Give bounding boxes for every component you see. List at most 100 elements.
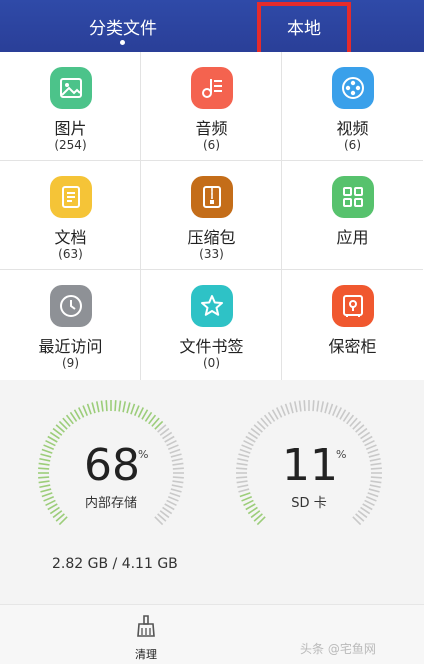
gauge-tick	[39, 457, 51, 462]
gauge-tick	[271, 409, 279, 420]
gauge-tick	[172, 467, 184, 470]
gauge-tick	[364, 439, 375, 447]
gauge-tick	[133, 405, 140, 417]
category-count: (6)	[203, 138, 220, 152]
gauge-tick	[237, 484, 249, 489]
annotation-highlight-box	[257, 2, 351, 58]
gauge-tick	[41, 448, 53, 454]
gauge-tick	[105, 400, 108, 412]
sd-card-gauge[interactable]: 11 % SD 卡	[234, 398, 384, 548]
category-count: (33)	[199, 247, 224, 261]
gauge-tick	[38, 480, 50, 484]
category-label: 保密柜	[328, 337, 377, 356]
category-documents[interactable]: 文档 (63)	[0, 161, 141, 270]
gauge-tick	[370, 476, 382, 479]
category-count: (63)	[58, 247, 83, 261]
gauge-tick	[118, 400, 122, 412]
category-bookmarks[interactable]: 文件书签 (0)	[141, 270, 282, 380]
gauge-tick	[130, 403, 136, 415]
gauge-tick	[289, 402, 294, 414]
gauge-tick	[275, 407, 283, 418]
internal-storage-gauge[interactable]: 68 % 内部存储	[36, 398, 186, 548]
gauge-tick	[365, 444, 377, 451]
gauge-tick	[368, 453, 380, 458]
gauge-tick	[331, 405, 338, 417]
gauge-tick	[166, 439, 177, 447]
gauge-tick	[137, 407, 145, 418]
gauge-tick	[369, 457, 381, 462]
gauge-tick	[73, 409, 81, 420]
gauge-tick	[303, 400, 306, 412]
category-images[interactable]: 图片 (254)	[0, 52, 141, 161]
gauge-tick	[38, 476, 50, 479]
gauge-tick	[241, 444, 253, 451]
gauge-tick	[47, 435, 58, 443]
category-safe[interactable]: 保密柜	[282, 270, 423, 380]
gauge-tick	[45, 439, 56, 447]
gauge-tick	[141, 409, 149, 420]
gauge-tick	[170, 453, 182, 458]
gauge-tick	[312, 400, 315, 412]
sd-card-label: SD 卡	[291, 496, 327, 511]
gauge-tick	[243, 439, 254, 447]
category-archives[interactable]: 压缩包 (33)	[141, 161, 282, 270]
gauge-tick	[239, 448, 251, 454]
category-label: 图片	[54, 119, 87, 138]
gauge-tick	[82, 405, 89, 417]
document-icon	[50, 176, 92, 218]
gauge-tick	[237, 457, 249, 462]
music-note-icon	[191, 67, 233, 109]
category-recent[interactable]: 最近访问 (9)	[0, 270, 141, 380]
category-label: 最近访问	[38, 337, 103, 356]
category-count: (9)	[62, 356, 79, 370]
category-count: (0)	[203, 356, 220, 370]
sd-card-percent: 11	[282, 440, 338, 491]
gauge-tick	[91, 402, 96, 414]
top-bar: 分类文件 本地	[0, 0, 424, 52]
gauge-tick	[236, 462, 248, 466]
gauge-tick	[95, 401, 100, 413]
gauge-tick	[169, 448, 181, 454]
gauge-tick	[320, 401, 325, 413]
internal-storage-percent: 68	[84, 440, 140, 491]
internal-storage-label: 内部存储	[84, 496, 137, 511]
gauge-tick	[86, 403, 92, 415]
gauge-tick	[164, 435, 175, 443]
category-apps[interactable]: 应用	[282, 161, 423, 270]
category-grid: 图片 (254) 音频 (6) 视频 (6) 文档 (63) 压缩包 (33) …	[0, 52, 424, 380]
gauge-tick	[370, 467, 382, 470]
clean-button[interactable]: 清理	[124, 608, 168, 661]
gauge-tick	[43, 444, 55, 451]
gauge-tick	[39, 484, 51, 489]
watermark-text: 头条 @宅鱼网	[300, 641, 376, 656]
gauge-tick	[370, 480, 382, 484]
gauge-tick	[122, 401, 127, 413]
category-label: 音频	[195, 119, 228, 138]
watermark-logo: 头条 @宅鱼网	[300, 636, 420, 660]
safe-icon	[332, 285, 374, 327]
gauge-tick	[238, 453, 250, 458]
gauge-tick	[38, 462, 50, 466]
category-label: 视频	[336, 119, 369, 138]
gauge-tick	[172, 462, 184, 466]
gauge-tick	[280, 405, 287, 417]
gauge-tick	[316, 400, 320, 412]
gauge-tick	[367, 448, 379, 454]
clean-label: 清理	[135, 648, 157, 661]
gauge-tick	[324, 402, 329, 414]
gauge-tick	[172, 480, 184, 484]
archive-icon	[191, 176, 233, 218]
gauge-tick	[236, 480, 248, 484]
active-tab-indicator	[120, 40, 125, 45]
category-audio[interactable]: 音频 (6)	[141, 52, 282, 161]
category-label: 应用	[336, 228, 369, 247]
gauge-tick	[171, 457, 183, 462]
gauge-tick	[328, 403, 334, 415]
gauge-tick	[114, 400, 117, 412]
category-video[interactable]: 视频 (6)	[282, 52, 423, 161]
clock-icon	[50, 285, 92, 327]
apps-grid-icon	[332, 176, 374, 218]
gauge-tick	[171, 484, 183, 489]
gauge-tick	[236, 467, 248, 470]
category-label: 文档	[54, 228, 87, 247]
